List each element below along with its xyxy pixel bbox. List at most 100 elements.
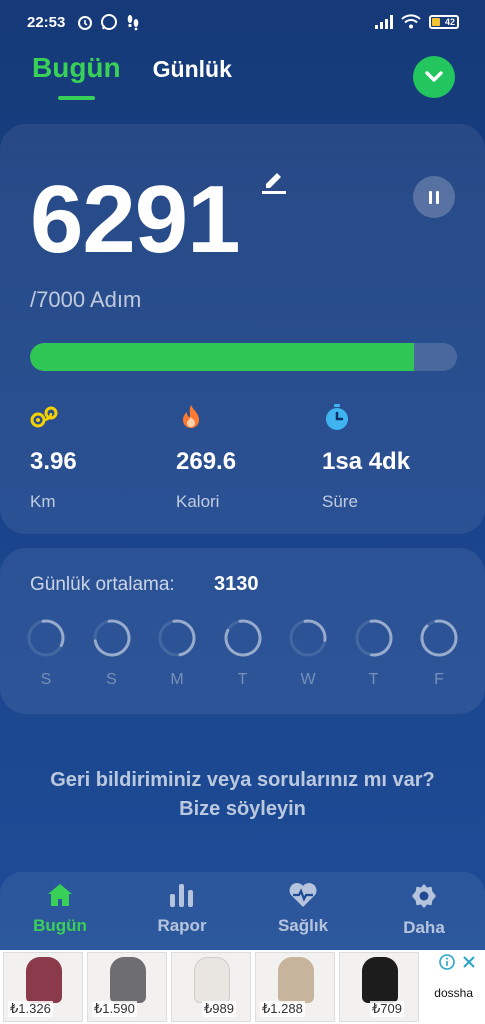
step-goal: /7000 Adım — [30, 287, 142, 312]
stat-calories: 269.6 Kalori — [176, 402, 236, 511]
pause-bar-left — [429, 190, 432, 204]
ad-product-4-image — [278, 957, 314, 1003]
heart-pulse-icon — [289, 883, 317, 907]
ad-controls — [439, 954, 477, 970]
nav-today[interactable]: Bugün — [0, 882, 120, 936]
day-progress-ring — [93, 619, 130, 657]
dropdown-button[interactable] — [413, 56, 455, 98]
stat-distance: 3.96 Km — [30, 402, 77, 511]
day-ring-progress — [420, 619, 458, 657]
step-progress-bar — [30, 343, 457, 371]
day-progress-ring — [27, 619, 65, 657]
day-label: W — [300, 671, 316, 688]
ad-product-5-image — [362, 957, 398, 1003]
wifi-icon — [401, 14, 421, 29]
nav-report-label: Rapor — [157, 916, 207, 935]
header-tabs: Bugün Günlük — [32, 52, 232, 100]
feedback-line-1: Geri bildiriminiz veya sorularınız mı va… — [50, 769, 435, 791]
day-label: F — [434, 671, 444, 688]
ad-product-2-image — [110, 957, 146, 1003]
status-bar: 22:53 42 — [0, 0, 485, 46]
ad-product-1[interactable]: ₺1.326 — [3, 952, 83, 1022]
pause-bar-right — [436, 190, 439, 204]
info-icon[interactable] — [439, 954, 455, 970]
nav-health[interactable]: Sağlık — [243, 882, 363, 936]
pause-button[interactable] — [413, 176, 455, 218]
battery-icon: 42 — [429, 14, 459, 29]
tab-daily[interactable]: Günlük — [153, 56, 232, 83]
stopwatch-icon — [326, 404, 348, 430]
nav-more[interactable]: Daha — [364, 882, 484, 938]
day-ring-0: S — [24, 618, 68, 689]
step-progress-fill — [30, 343, 414, 371]
steps-card: 6291 /7000 Adım 3.96 Km 269.6 Kalori 1sa… — [0, 124, 485, 534]
day-label: S — [106, 671, 117, 688]
duration-value: 1sa 4dk — [322, 448, 411, 475]
distance-label: Km — [30, 492, 56, 511]
ad-product-1-price: ₺1.326 — [8, 1001, 53, 1017]
stat-duration: 1sa 4dk Süre — [322, 402, 410, 511]
ad-product-2[interactable]: ₺1.590 — [87, 952, 167, 1022]
whatsapp-icon — [101, 14, 117, 30]
ad-product-3-price: ₺989 — [202, 1001, 236, 1017]
ad-product-5[interactable]: ₺709 — [339, 952, 419, 1022]
battery-level: 42 — [444, 16, 455, 27]
bar-chart-icon — [170, 884, 193, 907]
feedback-link[interactable]: Geri bildiriminiz veya sorularınız mı va… — [0, 766, 485, 824]
status-time: 22:53 — [27, 14, 66, 31]
signal-icon — [375, 14, 393, 29]
day-ring-progress — [355, 619, 392, 657]
pencil-icon — [262, 173, 286, 194]
gear-icon — [412, 884, 436, 908]
day-ring-6: F — [417, 618, 461, 689]
ad-brand: dossha — [434, 986, 473, 1000]
ad-product-2-price: ₺1.590 — [92, 1001, 137, 1017]
day-progress-ring — [224, 619, 261, 657]
feedback-line-2: Bize söyleyin — [179, 798, 306, 820]
average-value: 3130 — [214, 573, 259, 595]
nav-health-label: Sağlık — [277, 916, 329, 935]
day-progress-ring — [289, 619, 327, 657]
tab-today[interactable]: Bugün — [32, 52, 121, 100]
ad-product-4-price: ₺1.288 — [260, 1001, 305, 1017]
average-label: Günlük ortalama: — [30, 574, 175, 595]
footsteps-icon — [127, 15, 139, 31]
daily-average-card[interactable]: Günlük ortalama: 3130 S S M T W T F — [0, 548, 485, 714]
day-ring-1: S — [90, 618, 134, 689]
day-ring-progress — [27, 619, 65, 657]
flame-icon — [183, 405, 199, 428]
bottom-nav: Bugün Rapor Sağlık Daha — [0, 872, 485, 950]
edit-steps-button[interactable] — [260, 166, 288, 201]
day-ring-4: W — [286, 618, 330, 689]
ad-product-3-image — [194, 957, 230, 1003]
status-system-icons: 42 — [375, 14, 459, 29]
ad-product-1-image — [26, 957, 62, 1003]
day-label: T — [368, 671, 379, 688]
day-ring-progress — [289, 619, 327, 657]
nav-report[interactable]: Rapor — [122, 882, 242, 936]
chevron-down-icon — [425, 71, 443, 82]
ad-product-4[interactable]: ₺1.288 — [255, 952, 335, 1022]
day-ring-progress — [158, 619, 196, 657]
ad-product-3[interactable]: ₺989 — [171, 952, 251, 1022]
ad-banner[interactable]: ₺1.326 ₺1.590 ₺989 ₺1.288 ₺709 dossha — [0, 950, 485, 1024]
nav-today-label: Bugün — [33, 916, 87, 935]
alarm-icon — [78, 16, 92, 30]
distance-icon — [30, 406, 58, 428]
day-label: T — [237, 671, 248, 688]
close-icon[interactable] — [461, 954, 477, 970]
day-progress-ring — [420, 619, 458, 657]
day-label: S — [40, 671, 52, 688]
status-notification-icons — [76, 13, 142, 31]
calories-value: 269.6 — [176, 448, 237, 475]
duration-label: Süre — [322, 492, 358, 511]
day-ring-progress — [93, 619, 130, 657]
day-ring-5: T — [352, 618, 396, 689]
nav-more-label: Daha — [403, 918, 445, 937]
day-ring-progress — [224, 619, 261, 657]
calories-label: Kalori — [176, 492, 220, 511]
day-progress-ring — [355, 619, 392, 657]
day-label: M — [170, 671, 184, 688]
day-ring-3: T — [221, 618, 265, 689]
distance-value: 3.96 — [30, 448, 77, 475]
